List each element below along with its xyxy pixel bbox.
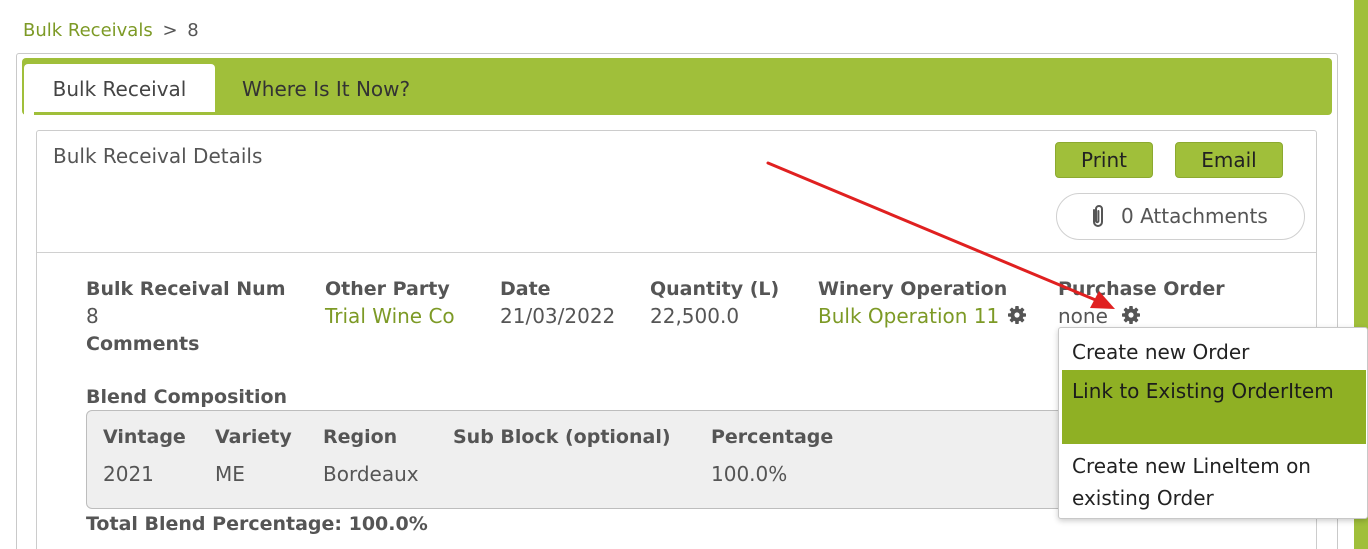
winery-operation-link[interactable]: Bulk Operation 11 [818, 304, 999, 328]
blend-col-region: Region [323, 426, 398, 448]
winery-operation-label: Winery Operation [818, 278, 1008, 300]
print-button[interactable]: Print [1055, 142, 1153, 178]
blend-col-percentage: Percentage [711, 426, 834, 448]
menu-item-create-new-order[interactable]: Create new Order [1062, 336, 1366, 370]
purchase-order-gear-icon[interactable] [1121, 305, 1141, 325]
details-header-divider [37, 252, 1316, 253]
breadcrumb-bulk-receivals-link[interactable]: Bulk Receivals [23, 20, 153, 41]
purchase-order-value: none [1058, 304, 1108, 328]
tab-bulk-receival[interactable]: Bulk Receival [24, 64, 217, 115]
menu-item-link-existing-orderitem[interactable]: Link to Existing OrderItem [1062, 370, 1366, 444]
quantity-value: 22,500.0 [650, 304, 740, 328]
other-party-label: Other Party [325, 278, 450, 300]
attachments-button[interactable]: 0 Attachments [1056, 193, 1305, 240]
tab-bar: Bulk Receival Where Is It Now? [22, 58, 1332, 115]
email-button[interactable]: Email [1175, 142, 1283, 178]
purchase-order-dropdown-menu: Create new Order Link to Existing OrderI… [1058, 327, 1368, 519]
date-value: 21/03/2022 [500, 304, 616, 328]
blend-composition-title: Blend Composition [86, 386, 288, 408]
active-tab-underline [34, 112, 217, 115]
bulk-receival-num-label: Bulk Receival Num [86, 278, 286, 300]
blend-col-variety: Variety [215, 426, 292, 448]
date-label: Date [500, 278, 551, 300]
quantity-label: Quantity (L) [650, 278, 780, 300]
menu-item-create-new-lineitem[interactable]: Create new LineItem on existing Order [1062, 448, 1366, 518]
tab-where-is-it-now[interactable]: Where Is It Now? [242, 64, 410, 115]
winery-operation-gear-icon[interactable] [1007, 305, 1027, 325]
blend-col-vintage: Vintage [103, 426, 186, 448]
breadcrumb-current: 8 [187, 20, 199, 41]
blend-table [86, 410, 1086, 509]
breadcrumb-separator: > [162, 20, 178, 41]
comments-label: Comments [86, 333, 200, 355]
blend-cell-variety: ME [215, 462, 245, 486]
blend-col-sub-block: Sub Block (optional) [453, 426, 671, 448]
total-blend-percentage: Total Blend Percentage: 100.0% [86, 513, 428, 535]
other-party-link[interactable]: Trial Wine Co [325, 304, 455, 328]
paperclip-icon [1093, 205, 1103, 227]
blend-cell-percentage: 100.0% [711, 462, 788, 486]
breadcrumb: Bulk Receivals > 8 [23, 20, 199, 41]
blend-cell-region: Bordeaux [323, 462, 419, 486]
details-title: Bulk Receival Details [53, 144, 263, 168]
blend-cell-vintage: 2021 [103, 462, 154, 486]
bulk-receival-num-value: 8 [86, 304, 99, 328]
tab-bulk-receival-label: Bulk Receival [52, 77, 187, 101]
attachments-label: 0 Attachments [1121, 204, 1268, 228]
purchase-order-label: Purchase Order [1058, 278, 1225, 300]
